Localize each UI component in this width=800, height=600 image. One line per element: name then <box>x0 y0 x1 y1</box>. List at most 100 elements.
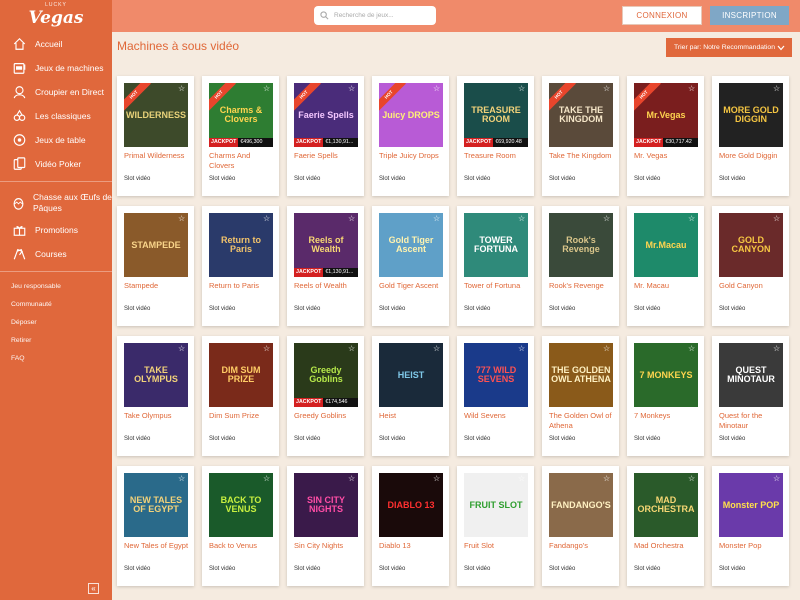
game-name[interactable]: 7 Monkeys <box>634 411 702 421</box>
game-name[interactable]: Return to Paris <box>209 281 277 291</box>
game-name[interactable]: Fandango's <box>549 541 617 551</box>
game-card[interactable]: 777 WILD SEVENS ☆ Wild Sevens Slot vidéo <box>457 336 534 456</box>
collapse-sidebar-button[interactable]: « <box>88 583 99 594</box>
game-card[interactable]: TAKE OLYMPUS ☆ Take Olympus Slot vidéo <box>117 336 194 456</box>
favorite-star-icon[interactable]: ☆ <box>518 345 526 353</box>
game-card[interactable]: Mr.Vegas HOT ☆ JACKPOT €30,717.42 Mr. Vegas Sl… <box>627 76 704 196</box>
game-card[interactable]: Charms & Clovers HOT ☆ JACKPOT €496,300 Charm… <box>202 76 279 196</box>
game-card[interactable]: DIABLO 13 ☆ Diablo 13 Slot vidéo <box>372 466 449 586</box>
favorite-star-icon[interactable]: ☆ <box>433 215 441 223</box>
favorite-star-icon[interactable]: ☆ <box>348 345 356 353</box>
game-card[interactable]: Faerie Spells HOT ☆ JACKPOT €1,130,91... Faer… <box>287 76 364 196</box>
favorite-star-icon[interactable]: ☆ <box>263 345 271 353</box>
game-name[interactable]: More Gold Diggin <box>719 151 787 161</box>
favorite-star-icon[interactable]: ☆ <box>603 345 611 353</box>
game-thumbnail[interactable]: TOWER FORTUNA ☆ <box>464 213 528 277</box>
game-thumbnail[interactable]: Gold Tiger Ascent ☆ <box>379 213 443 277</box>
favorite-star-icon[interactable]: ☆ <box>773 475 781 483</box>
favorite-star-icon[interactable]: ☆ <box>263 475 271 483</box>
game-thumbnail[interactable]: TAKE THE KINGDOM HOT ☆ <box>549 83 613 147</box>
favorite-star-icon[interactable]: ☆ <box>348 215 356 223</box>
game-name[interactable]: Sin City Nights <box>294 541 362 551</box>
game-name[interactable]: Heist <box>379 411 447 421</box>
favorite-star-icon[interactable]: ☆ <box>263 215 271 223</box>
game-thumbnail[interactable]: BACK TO VENUS ☆ <box>209 473 273 537</box>
favorite-star-icon[interactable]: ☆ <box>178 475 186 483</box>
game-name[interactable]: Take Olympus <box>124 411 192 421</box>
sort-dropdown[interactable]: Trier par: Notre Recommandation <box>666 38 792 57</box>
game-thumbnail[interactable]: MORE GOLD DIGGIN ☆ <box>719 83 783 147</box>
nav-item-races[interactable]: Courses <box>0 242 112 266</box>
logo[interactable]: LUCKY Vegas <box>0 0 112 32</box>
game-thumbnail[interactable]: Juicy DROPS HOT ☆ <box>379 83 443 147</box>
game-name[interactable]: Primal Wilderness <box>124 151 192 161</box>
game-card[interactable]: QUEST MINOTAUR ☆ Quest for the Minotaur Slo… <box>712 336 789 456</box>
game-card[interactable]: GOLD CANYON ☆ Gold Canyon Slot vidéo <box>712 206 789 326</box>
game-name[interactable]: Faerie Spells <box>294 151 362 161</box>
game-card[interactable]: 7 MONKEYS ☆ 7 Monkeys Slot vidéo <box>627 336 704 456</box>
game-card[interactable]: BACK TO VENUS ☆ Back to Venus Slot vidéo <box>202 466 279 586</box>
game-thumbnail[interactable]: Monster POP ☆ <box>719 473 783 537</box>
game-name[interactable]: Mr. Macau <box>634 281 702 291</box>
favorite-star-icon[interactable]: ☆ <box>263 85 271 93</box>
game-thumbnail[interactable]: Mr.Macau ☆ <box>634 213 698 277</box>
game-thumbnail[interactable]: FRUIT SLOT ☆ <box>464 473 528 537</box>
game-card[interactable]: Return to Paris ☆ Return to Paris Slot vidé… <box>202 206 279 326</box>
favorite-star-icon[interactable]: ☆ <box>688 85 696 93</box>
game-thumbnail[interactable]: Reels of Wealth ☆ JACKPOT €1,130,91... <box>294 213 358 277</box>
game-name[interactable]: New Tales of Egypt <box>124 541 192 551</box>
game-name[interactable]: Stampede <box>124 281 192 291</box>
favorite-star-icon[interactable]: ☆ <box>178 85 186 93</box>
game-thumbnail[interactable]: TAKE OLYMPUS ☆ <box>124 343 188 407</box>
signup-button[interactable]: INSCRIPTION <box>710 6 789 25</box>
game-thumbnail[interactable]: GOLD CANYON ☆ <box>719 213 783 277</box>
favorite-star-icon[interactable]: ☆ <box>433 475 441 483</box>
nav-item-classics[interactable]: Les classiques <box>0 104 112 128</box>
game-thumbnail[interactable]: WILDERNESS HOT ☆ <box>124 83 188 147</box>
game-thumbnail[interactable]: STAMPEDE ☆ <box>124 213 188 277</box>
game-name[interactable]: Gold Tiger Ascent <box>379 281 447 291</box>
game-card[interactable]: WILDERNESS HOT ☆ Primal Wilderness Slot vidé… <box>117 76 194 196</box>
game-thumbnail[interactable]: Mr.Vegas HOT ☆ JACKPOT €30,717.42 <box>634 83 698 147</box>
favorite-star-icon[interactable]: ☆ <box>348 85 356 93</box>
favorite-star-icon[interactable]: ☆ <box>773 215 781 223</box>
game-thumbnail[interactable]: THE GOLDEN OWL ATHENA ☆ <box>549 343 613 407</box>
favorite-star-icon[interactable]: ☆ <box>688 345 696 353</box>
favorite-star-icon[interactable]: ☆ <box>518 215 526 223</box>
link-withdraw[interactable]: Retirer <box>0 332 112 350</box>
game-thumbnail[interactable]: MAD ORCHESTRA ☆ <box>634 473 698 537</box>
game-card[interactable]: TOWER FORTUNA ☆ Tower of Fortuna Slot vidéo <box>457 206 534 326</box>
game-name[interactable]: Mad Orchestra <box>634 541 702 551</box>
game-card[interactable]: DIM SUM PRIZE ☆ Dim Sum Prize Slot vidéo <box>202 336 279 456</box>
game-card[interactable]: THE GOLDEN OWL ATHENA ☆ The Golden Owl of … <box>542 336 619 456</box>
game-name[interactable]: Mr. Vegas <box>634 151 702 161</box>
game-name[interactable]: Take The Kingdom <box>549 151 617 161</box>
search-input[interactable] <box>334 12 429 19</box>
game-name[interactable]: Rook's Revenge <box>549 281 617 291</box>
game-card[interactable]: Monster POP ☆ Monster Pop Slot vidéo <box>712 466 789 586</box>
link-deposit[interactable]: Déposer <box>0 314 112 332</box>
game-thumbnail[interactable]: 7 MONKEYS ☆ <box>634 343 698 407</box>
nav-item-table-games[interactable]: Jeux de table <box>0 128 112 152</box>
favorite-star-icon[interactable]: ☆ <box>518 85 526 93</box>
game-name[interactable]: Dim Sum Prize <box>209 411 277 421</box>
favorite-star-icon[interactable]: ☆ <box>688 215 696 223</box>
nav-item-home[interactable]: Accueil <box>0 32 112 56</box>
favorite-star-icon[interactable]: ☆ <box>773 85 781 93</box>
game-thumbnail[interactable]: Greedy Goblins ☆ JACKPOT €174,546 <box>294 343 358 407</box>
game-card[interactable]: TAKE THE KINGDOM HOT ☆ Take The Kingdom Slot… <box>542 76 619 196</box>
game-card[interactable]: Gold Tiger Ascent ☆ Gold Tiger Ascent Slot … <box>372 206 449 326</box>
favorite-star-icon[interactable]: ☆ <box>433 345 441 353</box>
game-card[interactable]: HEIST ☆ Heist Slot vidéo <box>372 336 449 456</box>
game-thumbnail[interactable]: SIN CITY NIGHTS ☆ <box>294 473 358 537</box>
game-thumbnail[interactable]: QUEST MINOTAUR ☆ <box>719 343 783 407</box>
game-thumbnail[interactable]: Return to Paris ☆ <box>209 213 273 277</box>
game-name[interactable]: Fruit Slot <box>464 541 532 551</box>
favorite-star-icon[interactable]: ☆ <box>178 215 186 223</box>
game-card[interactable]: FRUIT SLOT ☆ Fruit Slot Slot vidéo <box>457 466 534 586</box>
game-thumbnail[interactable]: Rook's Revenge ☆ <box>549 213 613 277</box>
login-button[interactable]: CONNEXION <box>622 6 702 25</box>
game-name[interactable]: Gold Canyon <box>719 281 787 291</box>
favorite-star-icon[interactable]: ☆ <box>433 85 441 93</box>
game-card[interactable]: MAD ORCHESTRA ☆ Mad Orchestra Slot vidéo <box>627 466 704 586</box>
